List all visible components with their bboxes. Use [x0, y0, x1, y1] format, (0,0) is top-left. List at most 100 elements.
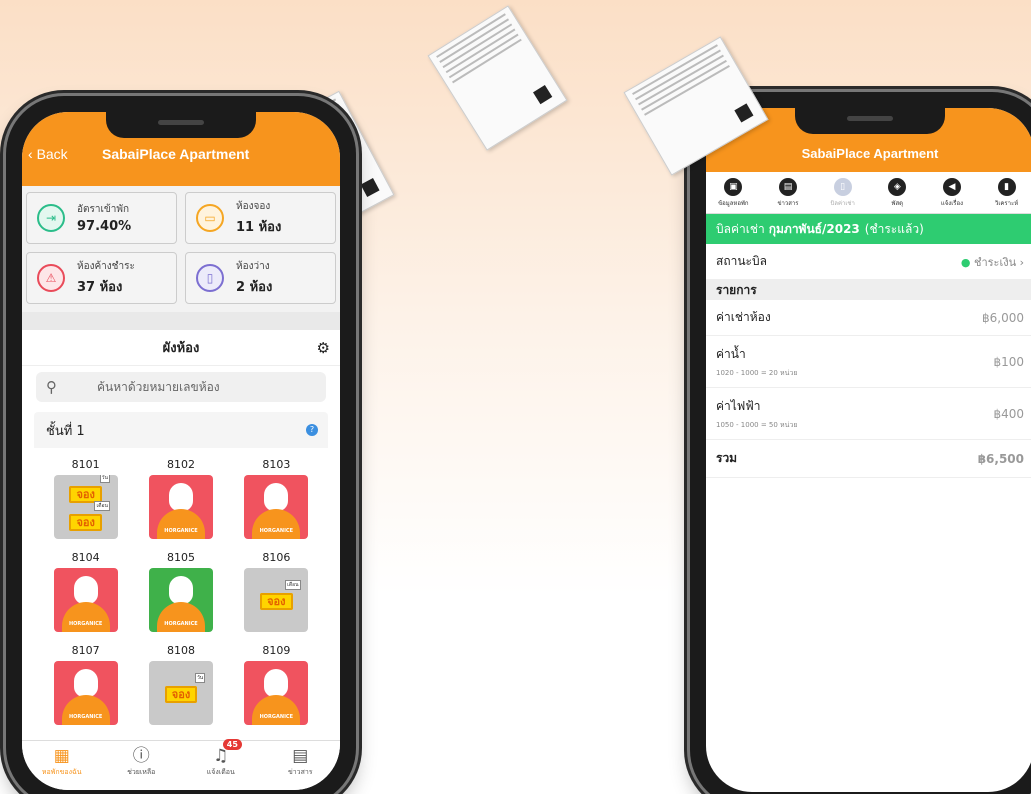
stat-label: ห้องค้างชำระ [77, 261, 135, 272]
stat-overdue[interactable]: ⚠ ห้องค้างชำระ 37 ห้อง [26, 252, 177, 304]
item-name: ค่าน้ำ [716, 346, 746, 361]
room-8103[interactable]: 8103 HORGANICE [229, 458, 324, 539]
notch [795, 108, 945, 134]
stat-vacant[interactable]: ▯ ห้องว่าง 2 ห้อง [185, 252, 336, 304]
status-value: ชำระเงิน [973, 255, 1017, 269]
room-8106[interactable]: 8106 จอง เดือน [229, 551, 324, 632]
item-name: ค่าไฟฟ้า [716, 398, 761, 413]
bell-icon: ♫ [213, 746, 229, 766]
tab-bar: ▦ หอพักของฉัน ⓘ ช่วยเหลือ ♫ 45 แจ้งเตือน ▤ ข่… [22, 739, 340, 790]
floor-header[interactable]: ชั้นที่ 1 ? [34, 412, 328, 448]
stat-value: 97.40% [77, 219, 132, 234]
room-8109[interactable]: 8109 HORGANICE [229, 644, 324, 725]
item-detail: 1020 - 1000 = 20 หน่วย [716, 368, 798, 377]
room-8105[interactable]: 8105 HORGANICE [133, 551, 228, 632]
tenant-avatar: HORGANICE [53, 568, 118, 632]
bill-status-row[interactable]: สถานะบิล ● ชำระเงิน › [706, 244, 1031, 280]
stat-label: อัตราเข้าพัก [77, 204, 130, 215]
left-screen: ‹ Back SabaiPlace Apartment ⇥ อัตราเข้าพ… [22, 112, 340, 790]
menu-label: พัสดุ [891, 199, 904, 207]
bill-month: กุมภาพันธ์/2023 [768, 221, 860, 236]
info-icon: ▣ [724, 177, 743, 196]
room-number: 8108 [166, 644, 195, 657]
divider [22, 312, 340, 330]
room-number: 8103 [262, 458, 291, 471]
gear-icon[interactable]: ⚙ [317, 339, 330, 357]
menu-report[interactable]: ◀ แจ้งเรื่อง [929, 177, 975, 208]
chevron-right-icon: › [1019, 255, 1024, 269]
total-label: รวม [716, 451, 738, 465]
item-name: ค่าเช่าห้อง [716, 310, 771, 324]
status-dot-icon: ● [960, 255, 971, 269]
search-input[interactable]: ⚲ ค้นหาด้วยหมายเลขห้อง [36, 372, 326, 402]
vacant-icon: ▯ [196, 264, 224, 292]
room-number: 8107 [71, 644, 100, 657]
room-8102[interactable]: 8102 HORGANICE [133, 458, 228, 539]
tab-notifications[interactable]: ♫ 45 แจ้งเตือน [191, 739, 251, 790]
tab-news[interactable]: ▤ ข่าวสาร [270, 745, 330, 790]
menu-analytics[interactable]: ▮ วิเคราะห์ [984, 177, 1030, 208]
menu-label: ข่าวสาร [777, 199, 799, 207]
room-8107[interactable]: 8107 HORGANICE [38, 644, 133, 725]
news-icon: ▤ [292, 746, 309, 766]
menu-label: แจ้งเรื่อง [940, 199, 964, 207]
stats-panel: ⇥ อัตราเข้าพัก 97.40% ▭ ห้องจอง 11 ห้อง ⚠ … [22, 186, 340, 312]
stat-booking[interactable]: ▭ ห้องจอง 11 ห้อง [185, 192, 336, 244]
section-title: ผังห้อง [162, 341, 200, 356]
parcel-icon: ◈ [888, 177, 907, 196]
reserved-sign: จอง [164, 686, 198, 703]
brand-label: HORGANICE [68, 621, 103, 627]
room-8104[interactable]: 8104 HORGANICE [38, 551, 133, 632]
stat-value: 37 ห้อง [77, 280, 123, 295]
room-8108[interactable]: 8108 จอง วัน [133, 644, 228, 725]
bill-icon: ▯ [833, 177, 852, 196]
building-icon: ▦ [53, 746, 70, 766]
booking-icon: ▭ [196, 204, 224, 232]
back-button[interactable]: ‹ Back [28, 146, 68, 162]
total-amount: ฿6,500 [977, 451, 1024, 466]
stat-value: 2 ห้อง [236, 280, 273, 295]
tenant-avatar: HORGANICE [148, 475, 213, 539]
tenant-avatar: HORGANICE [244, 661, 309, 725]
room-grid: 8101 จอง วัน จอง เดือน 8102 HORGANICE 8103 HORGA… [34, 448, 328, 735]
brand-label: HORGANICE [164, 528, 198, 534]
status-value-wrap: ● ชำระเงิน › [961, 253, 1024, 271]
page-title: SabaiPlace Apartment [801, 146, 939, 161]
bill-status-banner: บิลค่าเช่า กุมภาพันธ์/2023 (ชำระแล้ว) [706, 214, 1031, 244]
menu-bill[interactable]: ▯ บิลค่าเช่า [820, 177, 866, 208]
room-number: 8104 [71, 551, 100, 564]
tab-my-dorm[interactable]: ▦ หอพักของฉัน [32, 745, 92, 790]
tab-help[interactable]: ⓘ ช่วยเหลือ [111, 745, 171, 790]
news-icon: ▤ [778, 177, 797, 196]
tab-label: ช่วยเหลือ [127, 768, 156, 776]
room-8101[interactable]: 8101 จอง วัน จอง เดือน [38, 458, 133, 539]
stat-occupancy[interactable]: ⇥ อัตราเข้าพัก 97.40% [26, 192, 177, 244]
room-number: 8109 [262, 644, 291, 657]
room-number: 8106 [262, 551, 291, 564]
item-detail: 1050 - 1000 = 50 หน่วย [716, 420, 798, 429]
menu-label: บิลค่าเช่า [830, 199, 855, 207]
menu-parcel[interactable]: ◈ พัสดุ [874, 177, 920, 208]
megaphone-icon: ◀ [942, 177, 961, 196]
menu-news[interactable]: ▤ ข่าวสาร [765, 177, 811, 208]
calendar-icon: เดือน [94, 501, 110, 511]
reserved-tile: จอง วัน [148, 661, 213, 725]
calendar-icon: เดือน [285, 580, 301, 590]
brand-label: HORGANICE [259, 528, 294, 534]
chart-icon: ▮ [997, 177, 1016, 196]
brand-label: HORGANICE [164, 621, 198, 627]
notification-badge: 45 [222, 739, 242, 750]
room-number: 8105 [166, 551, 195, 564]
tab-label: หอพักของฉัน [41, 768, 82, 776]
menu-dorm-info[interactable]: ▣ ข้อมูลหอพัก [710, 177, 756, 208]
menu-label: ข้อมูลหอพัก [718, 199, 749, 207]
stat-value: 11 ห้อง [236, 220, 282, 235]
reserved-tile: จอง วัน จอง เดือน [53, 475, 118, 539]
stat-label: ห้องว่าง [236, 261, 270, 272]
menu-label: วิเคราะห์ [995, 199, 1019, 207]
item-row: ค่าไฟฟ้า 1050 - 1000 = 50 หน่วย ฿400 [706, 388, 1031, 440]
item-amount: ฿400 [993, 406, 1024, 421]
tenant-avatar: HORGANICE [148, 568, 213, 632]
status-label: สถานะบิล [716, 254, 767, 268]
help-icon[interactable]: ? [306, 424, 318, 436]
